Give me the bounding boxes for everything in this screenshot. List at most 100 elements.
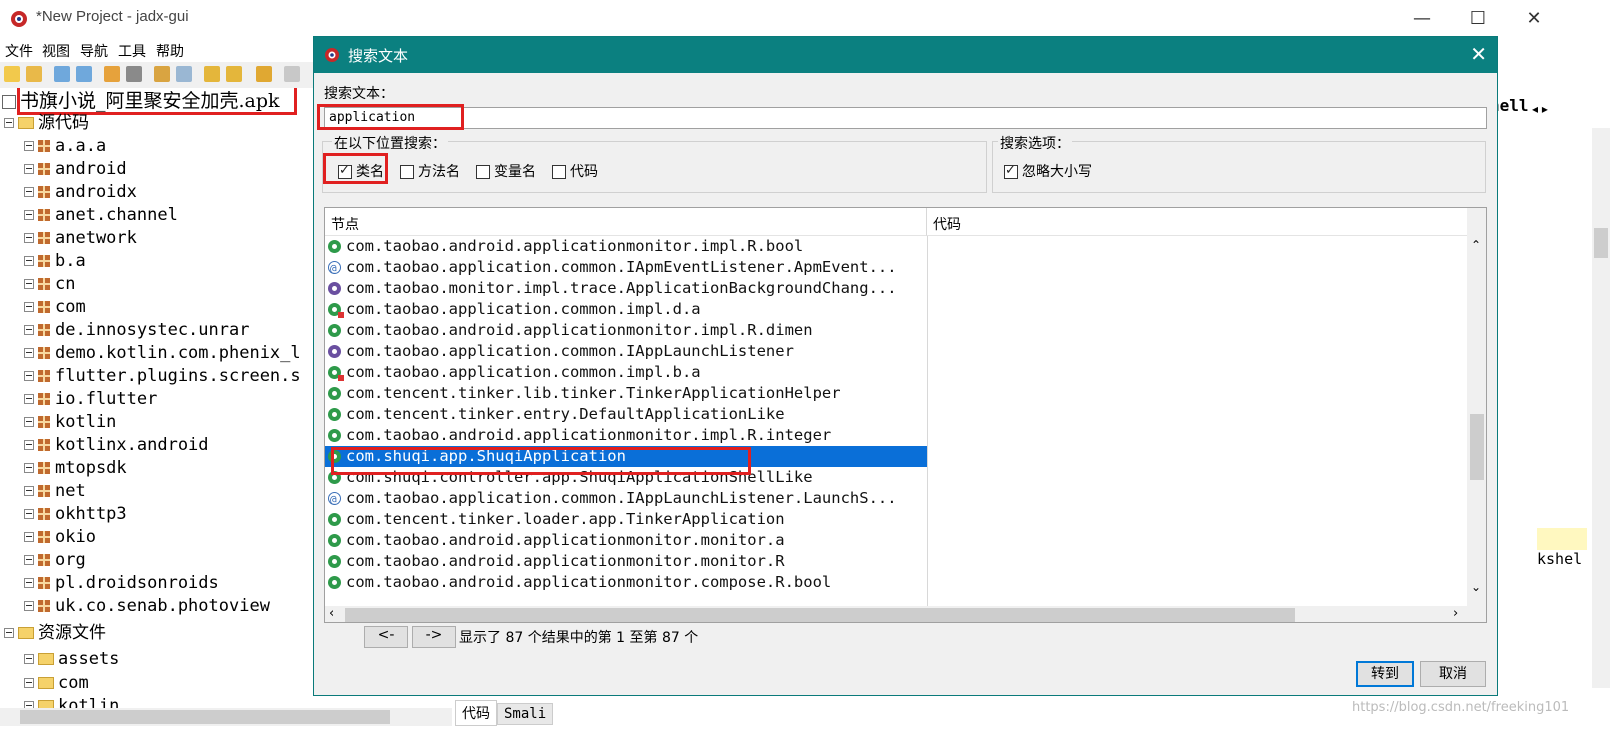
expand-icon[interactable] bbox=[24, 463, 34, 473]
log-icon[interactable] bbox=[256, 66, 272, 82]
preferences-icon[interactable] bbox=[284, 66, 300, 82]
tree-package[interactable]: pl.droidsonroids bbox=[24, 572, 219, 594]
result-row[interactable]: com.tencent.tinker.lib.tinker.TinkerAppl… bbox=[325, 383, 927, 404]
code-scroll-thumb[interactable] bbox=[1594, 228, 1608, 258]
tree-package[interactable]: net bbox=[24, 480, 86, 502]
result-row[interactable]: com.taobao.application.common.IApmEventL… bbox=[325, 257, 927, 278]
tree-resource[interactable]: com bbox=[24, 672, 89, 694]
code-checkbox[interactable]: 代码 bbox=[552, 161, 598, 181]
cancel-button[interactable]: 取消 bbox=[1420, 661, 1486, 687]
result-row[interactable]: com.taobao.application.common.impl.b.a bbox=[325, 362, 927, 383]
tree-package[interactable]: demo.kotlin.com.phenix_l bbox=[24, 342, 301, 364]
method-name-checkbox[interactable]: 方法名 bbox=[400, 161, 460, 181]
checkbox-icon[interactable] bbox=[552, 165, 566, 179]
expand-icon[interactable] bbox=[24, 532, 34, 542]
expand-icon[interactable] bbox=[24, 141, 34, 151]
tree-package[interactable]: kotlinx.android bbox=[24, 434, 209, 456]
maximize-button[interactable]: ☐ bbox=[1456, 4, 1500, 34]
tree-resource[interactable]: assets bbox=[24, 648, 119, 670]
checkbox-icon[interactable] bbox=[400, 165, 414, 179]
results-scroll-thumb[interactable] bbox=[1470, 414, 1484, 480]
tree-package[interactable]: kotlin bbox=[24, 411, 116, 433]
result-row[interactable]: com.taobao.android.applicationmonitor.mo… bbox=[325, 551, 927, 572]
result-row[interactable]: com.taobao.application.common.impl.d.a bbox=[325, 299, 927, 320]
tree-resources-folder[interactable]: 资源文件 bbox=[4, 622, 106, 644]
save-all-icon[interactable] bbox=[76, 66, 92, 82]
close-window-button[interactable]: ✕ bbox=[1512, 4, 1556, 34]
expand-icon[interactable] bbox=[24, 509, 34, 519]
tree-resource[interactable]: kotlin bbox=[24, 695, 119, 708]
result-row[interactable]: com.taobao.application.common.IAppLaunch… bbox=[325, 488, 927, 509]
sync-icon[interactable] bbox=[104, 66, 120, 82]
variable-name-checkbox[interactable]: 变量名 bbox=[476, 161, 536, 181]
column-header-node[interactable]: 节点 bbox=[325, 208, 927, 236]
expand-icon[interactable] bbox=[24, 164, 34, 174]
expand-icon[interactable] bbox=[24, 233, 34, 243]
expand-icon[interactable] bbox=[24, 417, 34, 427]
collapse-icon[interactable] bbox=[4, 118, 14, 128]
result-row[interactable]: com.taobao.android.applicationmonitor.im… bbox=[325, 425, 927, 446]
prev-page-button[interactable]: <- bbox=[364, 626, 408, 648]
tree-source-folder[interactable]: 源代码 bbox=[4, 112, 89, 134]
save-icon[interactable] bbox=[54, 66, 70, 82]
tab-smali[interactable]: Smali bbox=[497, 703, 554, 725]
menu-tools[interactable]: 工具 bbox=[118, 41, 146, 61]
expand-icon[interactable] bbox=[24, 325, 34, 335]
expand-icon[interactable] bbox=[24, 256, 34, 266]
expand-icon[interactable] bbox=[24, 394, 34, 404]
tab-code[interactable]: 代码 bbox=[455, 700, 497, 726]
code-vertical-scrollbar[interactable] bbox=[1592, 128, 1610, 688]
tree-package[interactable]: io.flutter bbox=[24, 388, 157, 410]
open-project-icon[interactable] bbox=[26, 66, 42, 82]
flatten-icon[interactable] bbox=[126, 66, 142, 82]
tab-scroll-arrows-icon[interactable]: ◂ ▸ bbox=[1532, 102, 1548, 116]
expand-icon[interactable] bbox=[24, 302, 34, 312]
tree-package[interactable]: a.a.a bbox=[24, 135, 106, 157]
wand-icon[interactable] bbox=[154, 66, 170, 82]
close-icon[interactable]: ✕ bbox=[1470, 42, 1487, 66]
results-vertical-scrollbar[interactable]: ⌃ ⌄ bbox=[1467, 208, 1486, 606]
result-row[interactable]: com.tencent.tinker.loader.app.TinkerAppl… bbox=[325, 509, 927, 530]
expand-icon[interactable] bbox=[24, 701, 34, 708]
search-icon[interactable] bbox=[176, 66, 192, 82]
expand-icon[interactable] bbox=[24, 348, 34, 358]
ignore-case-checkbox[interactable]: 忽略大小写 bbox=[1004, 161, 1092, 181]
result-row[interactable]: com.taobao.application.common.IAppLaunch… bbox=[325, 341, 927, 362]
menu-file[interactable]: 文件 bbox=[5, 41, 33, 61]
expand-icon[interactable] bbox=[24, 578, 34, 588]
expand-icon[interactable] bbox=[24, 371, 34, 381]
tree-package[interactable]: okhttp3 bbox=[24, 503, 127, 525]
tree-package[interactable]: b.a bbox=[24, 250, 86, 272]
expand-icon[interactable] bbox=[24, 440, 34, 450]
expand-icon[interactable] bbox=[24, 486, 34, 496]
expand-icon[interactable] bbox=[24, 279, 34, 289]
tree-package[interactable]: uk.co.senab.photoview bbox=[24, 595, 270, 617]
tree-package[interactable]: anet.channel bbox=[24, 204, 178, 226]
minimize-button[interactable]: — bbox=[1400, 4, 1444, 34]
column-separator[interactable] bbox=[927, 236, 928, 606]
back-arrow-icon[interactable] bbox=[204, 66, 220, 82]
search-input[interactable]: application bbox=[324, 107, 1487, 129]
tree-package[interactable]: mtopsdk bbox=[24, 457, 127, 479]
result-row[interactable]: com.tencent.tinker.entry.DefaultApplicat… bbox=[325, 404, 927, 425]
expand-icon[interactable] bbox=[24, 187, 34, 197]
result-row[interactable]: com.taobao.android.applicationmonitor.mo… bbox=[325, 530, 927, 551]
tree-package[interactable]: com bbox=[24, 296, 86, 318]
tree-package[interactable]: cn bbox=[24, 273, 75, 295]
scroll-right-icon[interactable]: › bbox=[1453, 606, 1458, 621]
result-row[interactable]: com.taobao.android.applicationmonitor.co… bbox=[325, 572, 927, 593]
expand-icon[interactable] bbox=[24, 210, 34, 220]
menu-navigate[interactable]: 导航 bbox=[80, 41, 108, 61]
checkbox-checked-icon[interactable] bbox=[1004, 163, 1018, 179]
column-header-code[interactable]: 代码 bbox=[927, 208, 1467, 236]
tree-package[interactable]: anetwork bbox=[24, 227, 137, 249]
tree-package[interactable]: android bbox=[24, 158, 127, 180]
menu-help[interactable]: 帮助 bbox=[156, 41, 184, 61]
scroll-down-icon[interactable]: ⌄ bbox=[1471, 580, 1481, 594]
open-file-icon[interactable] bbox=[4, 66, 20, 82]
expand-icon[interactable] bbox=[24, 678, 34, 688]
scroll-left-icon[interactable]: ‹ bbox=[329, 606, 334, 621]
menu-view[interactable]: 视图 bbox=[42, 41, 70, 61]
tree-package[interactable]: org bbox=[24, 549, 86, 571]
tree-package[interactable]: flutter.plugins.screen.s bbox=[24, 365, 301, 387]
